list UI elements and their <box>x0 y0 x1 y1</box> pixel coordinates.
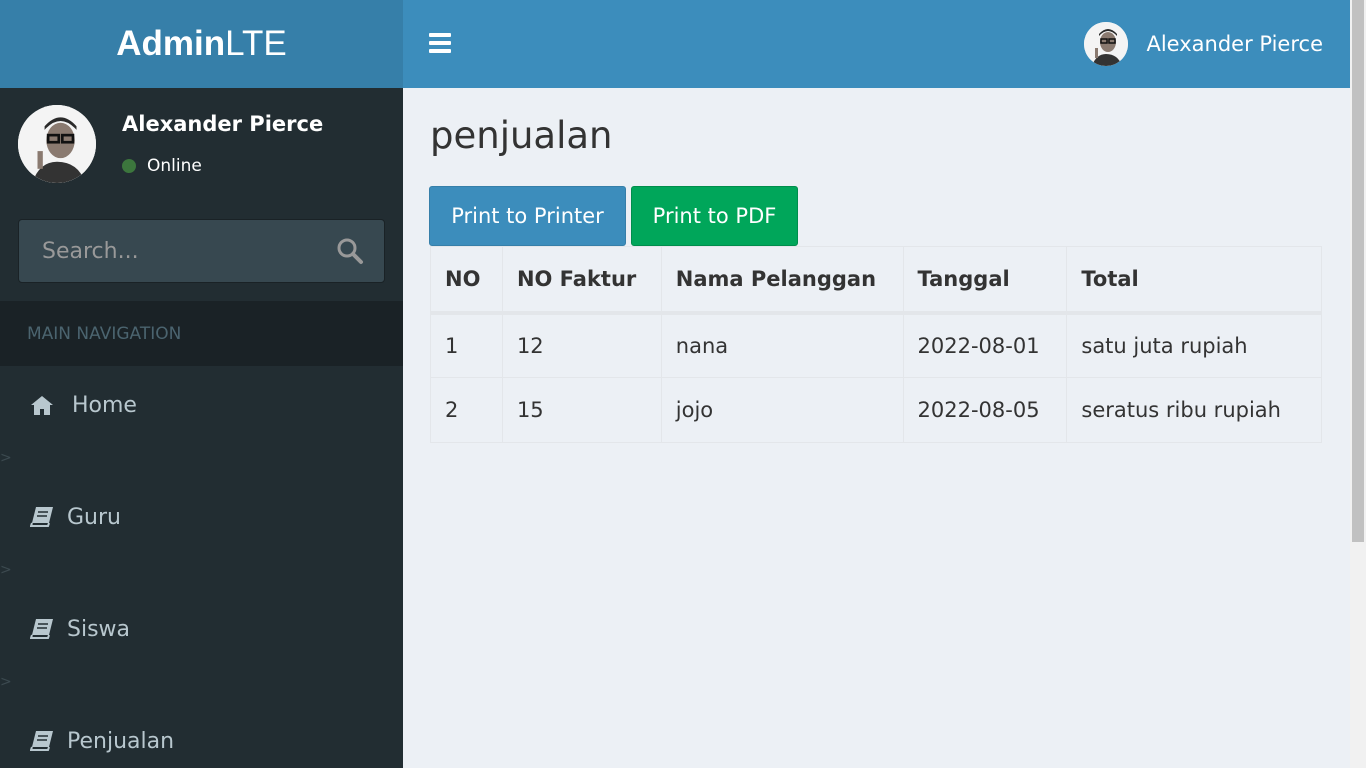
avatar <box>1084 22 1129 66</box>
sidebar-toggle-icon[interactable] <box>429 33 451 53</box>
stray-mark: > <box>0 450 12 466</box>
avatar <box>18 105 96 183</box>
table-cell: 2 <box>430 377 503 443</box>
print-to-printer-button[interactable]: Print to Printer <box>429 186 626 246</box>
stray-mark: > <box>0 674 12 690</box>
table-header-row: NO NO Faktur Nama Pelanggan Tanggal Tota… <box>430 246 1322 315</box>
book-icon <box>30 617 54 641</box>
sidebar-search <box>18 219 385 283</box>
column-header: Nama Pelanggan <box>660 246 904 315</box>
table-cell: 2022-08-05 <box>902 377 1068 443</box>
sidebar-item-siswa[interactable]: Siswa <box>0 601 403 657</box>
home-icon <box>30 393 54 417</box>
status-text: Online <box>147 156 202 176</box>
brand-light: LTE <box>225 24 287 63</box>
table-cell: 2022-08-01 <box>902 312 1068 378</box>
sidebar-item-label: Home <box>72 392 137 418</box>
sidebar-item-guru[interactable]: Guru <box>0 489 403 545</box>
table-cell: 1 <box>430 312 503 378</box>
sidebar-user-name: Alexander Pierce <box>122 112 324 136</box>
sidebar-item-home[interactable]: Home <box>0 377 403 433</box>
sidebar-item-label: Siswa <box>67 616 131 642</box>
column-header: NO <box>430 246 503 315</box>
search-input[interactable] <box>19 220 319 282</box>
brand-bold: Admin <box>116 24 226 63</box>
table-cell: 15 <box>501 377 662 443</box>
sidebar-item-label: Guru <box>67 504 121 530</box>
book-icon <box>30 729 54 753</box>
column-header: Total <box>1066 246 1322 315</box>
sidebar-item-label: Penjualan <box>67 728 175 754</box>
print-to-pdf-button[interactable]: Print to PDF <box>631 186 798 246</box>
header-user-name: Alexander Pierce <box>1146 32 1323 56</box>
sidebar-item-penjualan[interactable]: Penjualan <box>0 713 403 768</box>
page-scrollbar[interactable] <box>1350 0 1366 768</box>
column-header: NO Faktur <box>501 246 662 315</box>
nav-header: MAIN NAVIGATION <box>0 301 403 366</box>
book-icon <box>30 505 54 529</box>
stray-mark: > <box>0 562 12 578</box>
sidebar: Alexander Pierce Online MAIN NAVIGATION … <box>0 88 403 768</box>
user-panel: Alexander Pierce Online <box>0 88 403 218</box>
table-cell: seratus ribu rupiah <box>1066 377 1322 443</box>
top-navbar: Alexander Pierce <box>403 0 1350 88</box>
table-cell: 12 <box>501 312 662 378</box>
user-menu[interactable]: Alexander Pierce <box>1084 22 1323 66</box>
scrollbar-thumb[interactable] <box>1352 0 1364 542</box>
table-cell: satu juta rupiah <box>1066 312 1322 378</box>
column-header: Tanggal <box>902 246 1068 315</box>
sales-table: NO NO Faktur Nama Pelanggan Tanggal Tota… <box>430 246 1322 443</box>
status-badge: Online <box>122 156 202 176</box>
brand-logo[interactable]: Admin LTE <box>0 0 403 88</box>
search-icon[interactable] <box>336 237 364 265</box>
table-cell: nana <box>660 312 904 378</box>
online-dot-icon <box>122 159 136 173</box>
page-title: penjualan <box>430 114 613 157</box>
table-row: 2 15 jojo 2022-08-05 seratus ribu rupiah <box>430 377 1322 443</box>
table-row: 1 12 nana 2022-08-01 satu juta rupiah <box>430 312 1322 378</box>
table-cell: jojo <box>660 377 904 443</box>
